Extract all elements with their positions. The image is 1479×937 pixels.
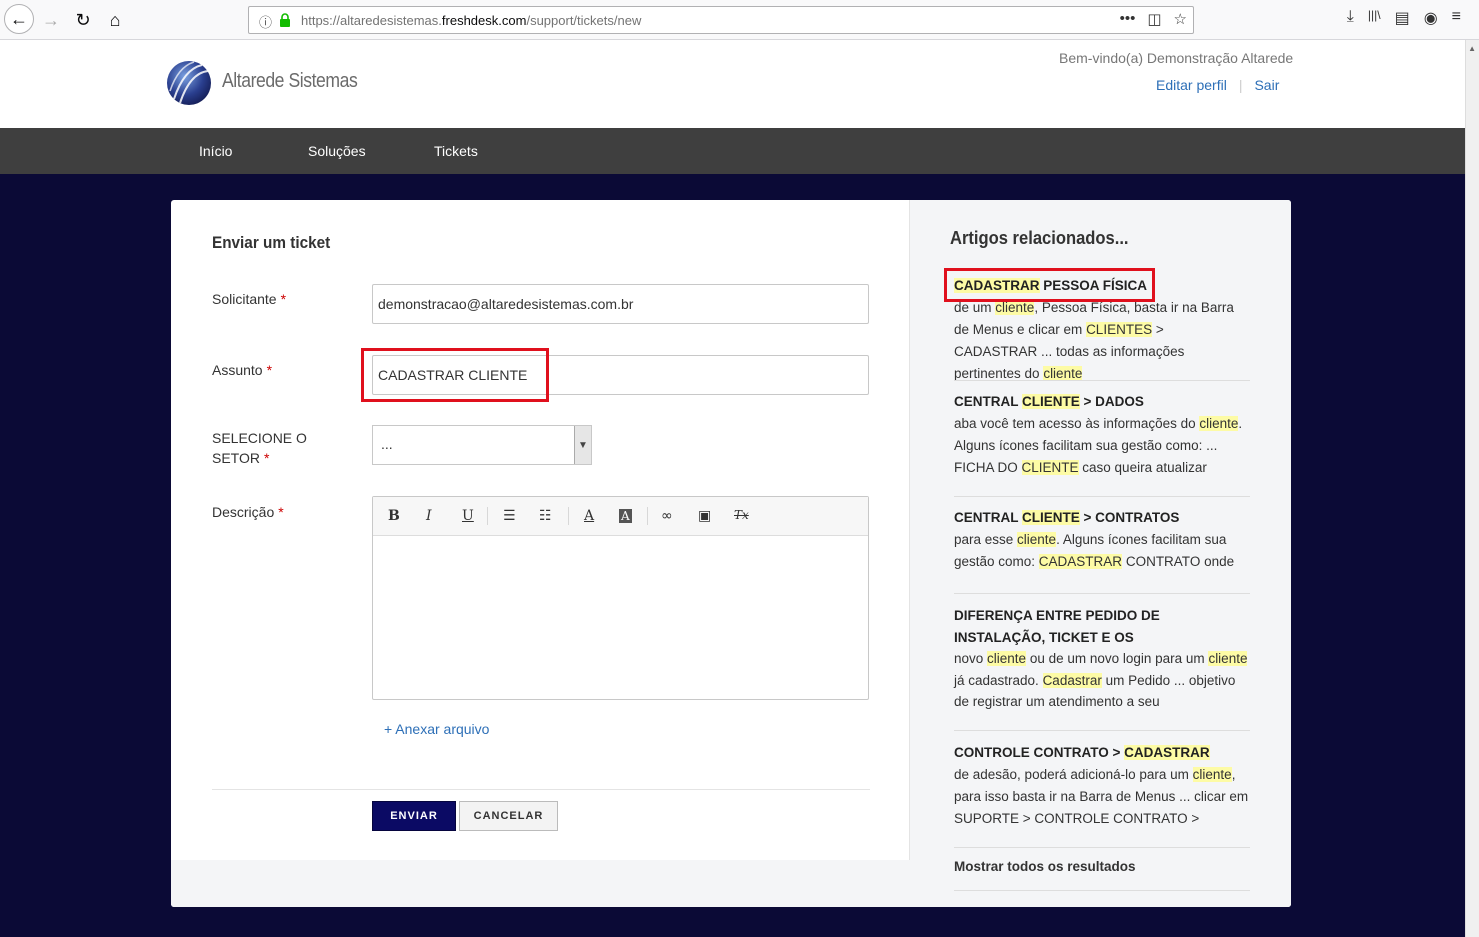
article-divider — [954, 730, 1250, 731]
link-separator: | — [1238, 77, 1243, 93]
underline-icon[interactable]: U — [462, 508, 474, 524]
toolbar-separator — [487, 507, 488, 525]
form-divider — [212, 789, 870, 790]
sidebar-icon[interactable]: ▤ — [1395, 8, 1410, 28]
italic-icon[interactable]: I — [426, 508, 432, 524]
related-articles-title: Artigos relacionados... — [950, 228, 1129, 248]
welcome-text: Bem-vindo(a) Demonstração Altarede — [1059, 50, 1294, 66]
download-icon[interactable]: ⤓ — [1347, 8, 1354, 28]
article-title[interactable]: CENTRAL CLIENTE > CONTRATOS — [954, 507, 1250, 529]
link-icon[interactable]: ∞ — [661, 508, 673, 524]
article-snippet: para esse cliente. Alguns ícones facilit… — [954, 532, 1235, 569]
info-icon[interactable]: ⓘ — [259, 12, 272, 31]
article-snippet: de adesão, poderá adicioná-lo para um cl… — [954, 767, 1249, 826]
back-arrow-icon[interactable]: ← — [4, 4, 34, 34]
article-divider — [954, 847, 1250, 848]
page-actions-icon[interactable]: ••• — [1120, 10, 1136, 28]
page-scrollbar[interactable] — [1465, 40, 1479, 937]
image-icon[interactable]: ▣ — [698, 508, 711, 524]
description-label: Descrição * — [212, 504, 284, 520]
article-divider — [954, 380, 1250, 381]
related-article[interactable]: CENTRAL CLIENTE > CONTRATOS para esse cli… — [954, 507, 1250, 573]
article-title[interactable]: CONTROLE CONTRATO > CADASTRAR — [954, 742, 1250, 764]
attach-file-link[interactable]: + Anexar arquivo — [384, 721, 489, 737]
article-title[interactable]: DIFERENÇA ENTRE PEDIDO DE INSTALAÇÃO, TI… — [954, 605, 1250, 648]
submit-button[interactable]: ENVIAR — [372, 801, 456, 831]
description-editor[interactable]: B I U ☰ ☷ A A ∞ ▣ Tx — [372, 496, 869, 700]
related-article[interactable]: CENTRAL CLIENTE > DADOS aba você tem aces… — [954, 391, 1250, 479]
nav-item-solucoes[interactable]: Soluções — [308, 143, 366, 159]
article-divider — [954, 890, 1250, 891]
chevron-down-icon[interactable]: ▼ — [574, 426, 591, 464]
requester-input[interactable]: demonstracao@altaredesistemas.com.br — [372, 284, 869, 324]
forward-arrow-icon[interactable]: → — [38, 7, 64, 33]
ticket-card: Enviar um ticket Solicitante * demonstrac… — [171, 200, 1291, 907]
article-title[interactable]: CADASTRAR PESSOA FÍSICA — [954, 275, 1250, 297]
article-divider — [954, 496, 1250, 497]
toolbar-separator — [568, 507, 569, 525]
nav-item-tickets[interactable]: Tickets — [434, 143, 478, 159]
account-icon[interactable]: ◉ — [1424, 8, 1438, 28]
sector-select[interactable]: ... ▼ — [372, 425, 592, 465]
reload-icon[interactable]: ↻ — [70, 7, 96, 33]
column-divider — [909, 200, 910, 860]
url-text: https://altaredesistemas.freshdesk.com/s… — [301, 13, 642, 28]
show-all-results-link[interactable]: Mostrar todos os resultados — [954, 859, 1136, 874]
main-navigation: Início Soluções Tickets — [0, 128, 1465, 174]
sector-select-value: ... — [381, 436, 393, 452]
menu-icon[interactable]: ≡ — [1452, 8, 1461, 28]
home-icon[interactable]: ⌂ — [102, 7, 128, 33]
related-article[interactable]: CADASTRAR PESSOA FÍSICA de um cliente, Pe… — [954, 275, 1250, 385]
related-article[interactable]: DIFERENÇA ENTRE PEDIDO DE INSTALAÇÃO, TI… — [954, 605, 1250, 713]
logout-link[interactable]: Sair — [1254, 77, 1279, 93]
article-snippet: novo cliente ou de um novo login para um… — [954, 651, 1248, 709]
article-title[interactable]: CENTRAL CLIENTE > DADOS — [954, 391, 1250, 413]
bookmark-star-icon[interactable]: ☆ — [1174, 10, 1187, 28]
site-header: Altarede Sistemas Bem-vindo(a) Demonstra… — [0, 40, 1465, 128]
browser-toolbar: ← → ↻ ⌂ ⓘ https://altaredesistemas.fresh… — [0, 0, 1479, 40]
background-color-icon[interactable]: A — [619, 509, 632, 523]
editor-toolbar: B I U ☰ ☷ A A ∞ ▣ Tx — [373, 497, 868, 536]
article-snippet: de um cliente, Pessoa Física, basta ir n… — [954, 300, 1234, 381]
related-article[interactable]: CONTROLE CONTRATO > CADASTRAR de adesão, … — [954, 742, 1250, 830]
subject-input[interactable]: CADASTRAR CLIENTE — [372, 355, 869, 395]
numbered-list-icon[interactable]: ☷ — [539, 508, 552, 524]
scroll-up-arrow-icon[interactable]: ▲ — [1468, 44, 1476, 53]
bullet-list-icon[interactable]: ☰ — [503, 508, 516, 524]
nav-item-inicio[interactable]: Início — [199, 143, 232, 159]
address-bar[interactable]: ⓘ https://altaredesistemas.freshdesk.com… — [248, 6, 1194, 34]
pocket-icon[interactable]: ◫ — [1147, 10, 1161, 28]
form-title: Enviar um ticket — [212, 233, 331, 252]
subject-label: Assunto * — [212, 362, 273, 378]
font-color-icon[interactable]: A — [584, 508, 594, 524]
cancel-button[interactable]: CANCELAR — [459, 801, 558, 831]
article-snippet: aba você tem acesso às informações do cl… — [954, 416, 1243, 475]
clear-format-icon[interactable]: Tx — [734, 508, 749, 522]
library-icon[interactable]: |||\ — [1368, 8, 1381, 28]
brand-name: Altarede Sistemas — [222, 70, 358, 92]
company-logo[interactable] — [166, 59, 212, 107]
article-divider — [954, 593, 1250, 594]
edit-profile-link[interactable]: Editar perfil — [1156, 77, 1227, 93]
sector-label: SELECIONE O SETOR * — [212, 430, 307, 466]
lock-icon — [280, 13, 290, 27]
bold-icon[interactable]: B — [388, 508, 400, 524]
requester-label: Solicitante * — [212, 291, 287, 307]
toolbar-separator — [647, 507, 648, 525]
